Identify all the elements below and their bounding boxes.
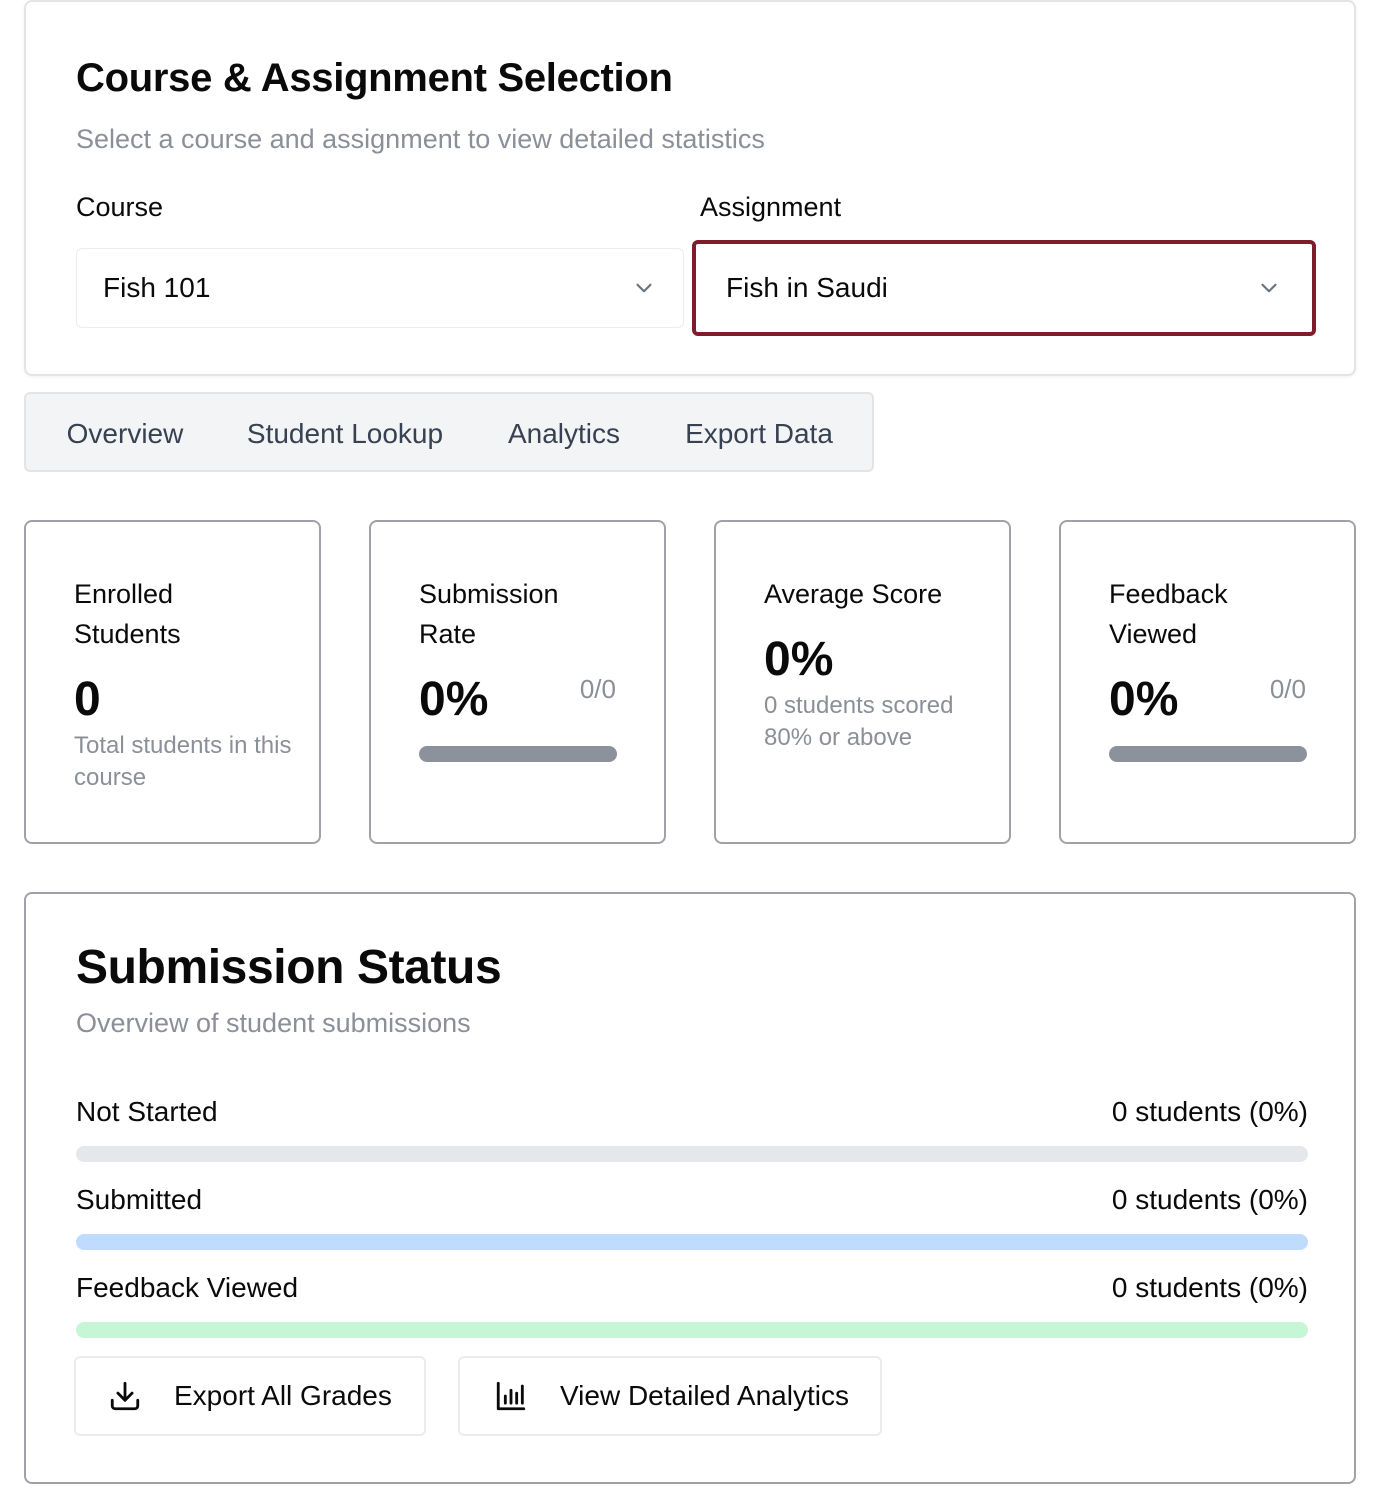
assignment-select-value: Fish in Saudi — [726, 272, 888, 303]
card-ratio: 0/0 — [1269, 674, 1306, 704]
status-label: Not Started — [76, 1096, 218, 1127]
course-label: Course — [76, 192, 164, 222]
card-description: 0 students scored 80% or above — [764, 692, 954, 751]
bar-chart-icon — [494, 1379, 528, 1413]
assignment-label: Assignment — [700, 192, 842, 222]
submission-rate-card: Submission Rate 0% 0/0 — [369, 520, 666, 844]
feedback-viewed-card: Feedback Viewed 0% 0/0 — [1059, 520, 1356, 844]
progress-bar — [419, 746, 617, 762]
view-detailed-analytics-button[interactable]: View Detailed Analytics — [458, 1356, 882, 1436]
tab-analytics[interactable]: Analytics — [500, 402, 628, 466]
selection-panel: Course & Assignment Selection Select a c… — [24, 0, 1356, 376]
submission-status-panel: Submission Status Overview of student su… — [24, 892, 1356, 1484]
status-label: Submitted — [76, 1184, 203, 1215]
average-score-card: Average Score 0% 0 students scored 80% o… — [714, 520, 1011, 844]
view-detailed-analytics-label: View Detailed Analytics — [560, 1380, 849, 1411]
status-bar — [76, 1322, 1308, 1338]
status-count: 0 students (0%) — [1111, 1184, 1308, 1215]
tab-overview[interactable]: Overview — [34, 402, 216, 466]
selection-subtitle: Select a course and assignment to view d… — [76, 124, 765, 154]
enrolled-students-card: Enrolled Students 0 Total students in th… — [24, 520, 321, 844]
status-title: Submission Status — [76, 941, 502, 994]
card-description: Total students in this course — [74, 732, 292, 791]
card-value: 0 — [74, 673, 101, 726]
export-all-grades-label: Export All Grades — [174, 1380, 392, 1411]
card-value: 0% — [1109, 673, 1179, 726]
card-value: 0% — [419, 673, 489, 726]
card-title: Submission Rate — [419, 579, 559, 649]
status-bar — [76, 1146, 1308, 1162]
course-select[interactable]: Fish 101 — [76, 248, 684, 328]
status-count: 0 students (0%) — [1111, 1272, 1308, 1303]
course-select-value: Fish 101 — [103, 272, 211, 303]
status-label: Feedback Viewed — [76, 1272, 299, 1303]
tab-student-lookup[interactable]: Student Lookup — [238, 402, 452, 466]
assignment-select[interactable]: Fish in Saudi — [692, 240, 1316, 336]
tab-bar: Overview Student Lookup Analytics Export… — [24, 392, 874, 472]
tab-export-data[interactable]: Export Data — [676, 402, 842, 466]
card-ratio: 0/0 — [579, 674, 616, 704]
card-title: Average Score — [764, 579, 943, 609]
selection-title: Course & Assignment Selection — [76, 56, 673, 100]
status-count: 0 students (0%) — [1111, 1096, 1308, 1127]
card-value: 0% — [764, 633, 834, 686]
chevron-down-icon — [636, 283, 652, 293]
download-icon — [108, 1379, 142, 1413]
progress-bar — [1109, 746, 1307, 762]
chevron-down-icon — [1261, 283, 1277, 293]
card-title: Feedback Viewed — [1109, 579, 1228, 649]
export-all-grades-button[interactable]: Export All Grades — [74, 1356, 426, 1436]
status-bar — [76, 1234, 1308, 1250]
card-title: Enrolled Students — [74, 579, 181, 649]
status-subtitle: Overview of student submissions — [76, 1008, 471, 1038]
